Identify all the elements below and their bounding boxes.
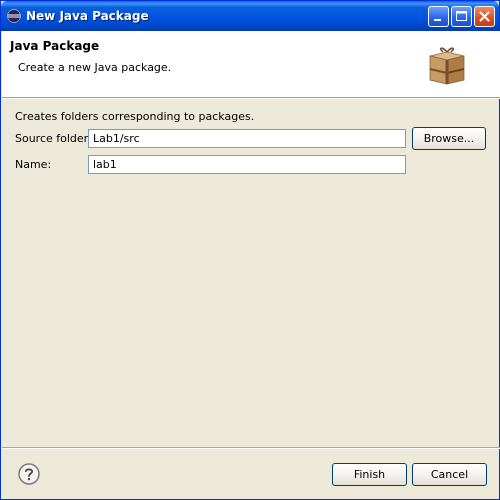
- new-java-package-dialog: New Java Package Java Package Create a n…: [0, 0, 500, 500]
- close-button[interactable]: [474, 6, 495, 27]
- maximize-icon: [456, 11, 467, 21]
- eclipse-icon: [7, 9, 21, 23]
- source-folder-label: Source folder:: [15, 132, 92, 145]
- cancel-button[interactable]: Cancel: [412, 463, 487, 486]
- form-description: Creates folders corresponding to package…: [15, 110, 255, 123]
- page-description: Create a new Java package.: [18, 61, 172, 74]
- close-icon: [479, 11, 490, 22]
- minimize-button[interactable]: [428, 6, 449, 27]
- maximize-button[interactable]: [451, 6, 472, 27]
- footer-divider-highlight: [2, 448, 500, 449]
- package-box-icon: [429, 47, 465, 85]
- finish-button[interactable]: Finish: [332, 463, 407, 486]
- source-folder-field[interactable]: [88, 129, 406, 148]
- minimize-icon: [434, 19, 441, 21]
- browse-button[interactable]: Browse...: [412, 127, 486, 150]
- package-name-field[interactable]: [88, 155, 406, 174]
- window-title: New Java Package: [26, 9, 149, 23]
- header-divider: [2, 98, 500, 99]
- name-label: Name:: [15, 158, 52, 171]
- wizard-header: Java Package Create a new Java package.: [2, 31, 500, 98]
- title-bar[interactable]: New Java Package: [1, 1, 499, 31]
- help-icon[interactable]: [17, 462, 41, 486]
- page-title: Java Package: [10, 39, 100, 53]
